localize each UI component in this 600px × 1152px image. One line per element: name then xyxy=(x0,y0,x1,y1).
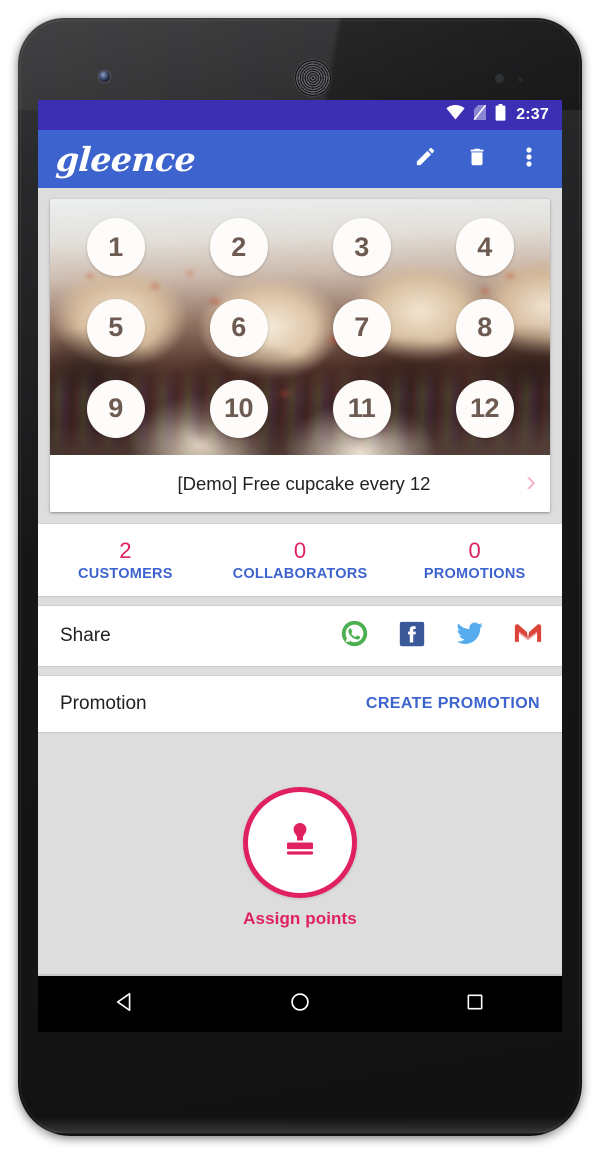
stamp-slot[interactable]: 4 xyxy=(455,218,514,277)
stamp-cell: 1 xyxy=(54,207,177,288)
stamp-card-title-row[interactable]: [Demo] Free cupcake every 12 › xyxy=(50,455,550,512)
nav-back-button[interactable] xyxy=(99,984,151,1024)
recents-square-icon xyxy=(465,992,485,1017)
stamp-card-photo: 1 2 3 4 5 6 7 8 9 10 11 12 xyxy=(50,199,550,455)
share-icons xyxy=(340,620,542,652)
share-whatsapp[interactable] xyxy=(340,620,368,652)
edit-button[interactable] xyxy=(412,146,438,172)
gmail-icon xyxy=(514,623,542,650)
front-camera-icon xyxy=(99,71,110,82)
app-bar: gleence xyxy=(38,130,562,188)
more-vertical-icon xyxy=(526,145,532,174)
assign-points-label: Assign points xyxy=(243,909,357,928)
stamp-cell: 5 xyxy=(54,288,177,369)
stamp-cell: 8 xyxy=(423,288,546,369)
share-gmail[interactable] xyxy=(514,622,542,650)
share-twitter[interactable] xyxy=(456,622,484,650)
main-content: 1 2 3 4 5 6 7 8 9 10 11 12 [Demo] Free c… xyxy=(38,188,562,974)
back-triangle-icon xyxy=(114,991,136,1018)
stamp-cell: 6 xyxy=(177,288,300,369)
no-sim-icon xyxy=(473,104,487,126)
light-sensor xyxy=(518,77,523,82)
stat-promotions[interactable]: 0 PROMOTIONS xyxy=(387,538,562,581)
stamp-grid: 1 2 3 4 5 6 7 8 9 10 11 12 xyxy=(50,199,550,455)
app-bar-actions xyxy=(412,146,548,172)
stat-collaborators-label: COLLABORATORS xyxy=(232,565,368,582)
promotion-label: Promotion xyxy=(60,693,147,714)
promotion-row: Promotion CREATE PROMOTION xyxy=(38,675,562,733)
stamp-slot[interactable]: 3 xyxy=(332,218,391,277)
stamp-cell: 3 xyxy=(300,207,423,288)
stamp-cell: 12 xyxy=(423,368,546,449)
stamp-cell: 10 xyxy=(177,368,300,449)
proximity-sensor xyxy=(495,74,504,83)
status-bar: 2:37 xyxy=(38,100,562,130)
app-logo: gleence xyxy=(54,139,197,179)
stamp-cell: 2 xyxy=(177,207,300,288)
stamp-slot[interactable]: 2 xyxy=(209,218,268,277)
share-row: Share xyxy=(38,605,562,667)
overflow-menu-button[interactable] xyxy=(516,146,542,172)
stat-promotions-label: PROMOTIONS xyxy=(423,565,526,582)
trash-icon xyxy=(466,146,488,173)
nav-recents-button[interactable] xyxy=(449,984,501,1024)
stat-collaborators[interactable]: 0 COLLABORATORS xyxy=(213,538,388,581)
phone-device: 2:37 gleence 1 2 3 4 5 6 7 8 9 10 11 12 … xyxy=(18,18,582,1136)
stamp-cell: 11 xyxy=(300,368,423,449)
whatsapp-icon xyxy=(341,620,368,652)
assign-points-button[interactable] xyxy=(243,787,357,898)
share-label: Share xyxy=(60,625,111,646)
stat-customers-label: CUSTOMERS xyxy=(78,565,173,582)
battery-icon xyxy=(495,104,506,126)
phone-screen: 2:37 gleence 1 2 3 4 5 6 7 8 9 10 11 12 … xyxy=(38,100,562,1032)
stamp-slot[interactable]: 1 xyxy=(86,218,145,277)
stamp-slot[interactable]: 7 xyxy=(332,298,391,357)
stamp-cell: 7 xyxy=(300,288,423,369)
wifi-icon xyxy=(446,105,465,125)
device-bottom-gloss xyxy=(28,1117,572,1133)
stamp-icon xyxy=(280,819,320,866)
share-facebook[interactable] xyxy=(398,621,426,652)
earpiece-speaker xyxy=(295,60,331,96)
stat-customers-value: 2 xyxy=(119,538,132,564)
status-time: 2:37 xyxy=(516,106,549,123)
stamp-card[interactable]: 1 2 3 4 5 6 7 8 9 10 11 12 [Demo] Free c… xyxy=(50,199,550,512)
chevron-right-icon: › xyxy=(526,465,536,498)
stamp-card-title: [Demo] Free cupcake every 12 xyxy=(177,472,431,494)
stamp-slot[interactable]: 11 xyxy=(332,379,391,438)
stamp-slot[interactable]: 10 xyxy=(209,379,268,438)
stamp-cell: 9 xyxy=(54,368,177,449)
stamp-slot[interactable]: 9 xyxy=(86,379,145,438)
stat-collaborators-value: 0 xyxy=(293,538,307,564)
facebook-icon xyxy=(399,621,425,652)
stat-customers[interactable]: 2 CUSTOMERS xyxy=(38,538,213,581)
stamp-slot[interactable]: 5 xyxy=(86,298,145,357)
stamp-slot[interactable]: 8 xyxy=(455,298,514,357)
twitter-icon xyxy=(456,622,484,651)
nav-home-button[interactable] xyxy=(274,984,326,1024)
stamp-slot[interactable]: 6 xyxy=(209,298,268,357)
stats-bar: 2 CUSTOMERS 0 COLLABORATORS 0 PROMOTIONS xyxy=(38,523,562,597)
stat-promotions-value: 0 xyxy=(468,538,481,564)
android-nav-bar xyxy=(38,974,562,1032)
assign-points-area: Assign points xyxy=(38,733,562,929)
stamp-slot[interactable]: 12 xyxy=(455,379,514,438)
create-promotion-button[interactable]: CREATE PROMOTION xyxy=(366,695,540,713)
home-circle-icon xyxy=(289,991,311,1018)
stamp-cell: 4 xyxy=(423,207,546,288)
pencil-icon xyxy=(414,145,437,173)
delete-button[interactable] xyxy=(464,146,490,172)
